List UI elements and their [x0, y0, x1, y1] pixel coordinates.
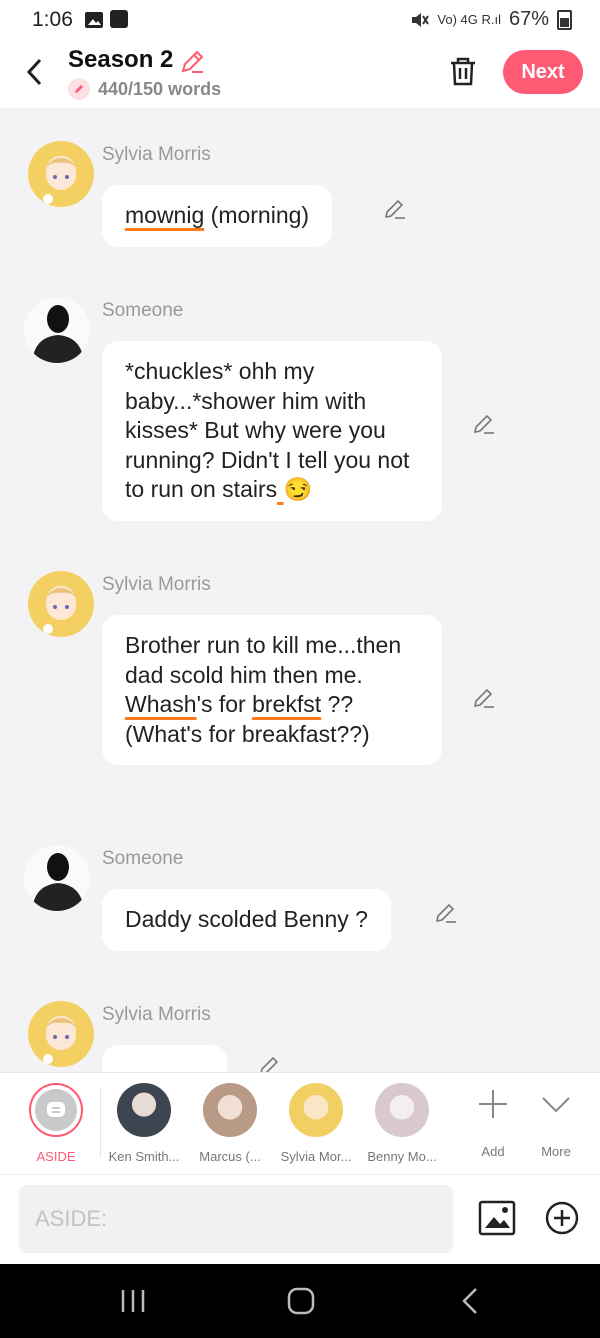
message-text: ... — [125, 1062, 144, 1072]
text-run: Brother run to kill me...then dad scold … — [125, 632, 402, 688]
more-button[interactable]: More — [513, 1087, 599, 1159]
speaker-name: Sylvia Morris — [102, 574, 211, 595]
character-aside[interactable]: ASIDE — [13, 1083, 99, 1164]
app-notification-icon — [110, 10, 128, 28]
edit-message-icon[interactable] — [383, 197, 407, 221]
avatar — [375, 1083, 429, 1137]
message-bubble[interactable]: Brother run to kill me...then dad scold … — [102, 615, 442, 765]
chat-bubble-icon — [47, 1102, 65, 1117]
message-bubble[interactable]: mownig (morning) — [102, 185, 333, 247]
next-button[interactable]: Next — [503, 50, 583, 94]
input-bar — [0, 1174, 600, 1265]
battery-percent: 67% — [508, 8, 549, 30]
speaker-name: Sylvia Morris — [102, 144, 211, 165]
message-bubble[interactable]: Daddy scolded Benny ? — [102, 889, 391, 951]
aside-avatar — [29, 1083, 83, 1137]
word-count-row: 440/150 words — [68, 78, 221, 100]
recent-apps-icon[interactable] — [118, 1288, 148, 1314]
misspelled-word: brekfst — [252, 691, 322, 717]
mute-icon — [412, 12, 430, 27]
add-circle-icon[interactable] — [544, 1200, 580, 1236]
misspelled-word: Whash — [125, 691, 197, 717]
back-nav-icon[interactable] — [456, 1286, 484, 1316]
character-label: Benny Mo... — [367, 1149, 437, 1164]
character-ken[interactable]: Ken Smith... — [101, 1083, 187, 1164]
avatar-sylvia[interactable] — [28, 141, 94, 207]
emoji: 😏 — [283, 476, 313, 502]
plus-icon — [479, 1090, 507, 1118]
season-title: Season 2 — [68, 46, 174, 73]
avatar — [203, 1083, 257, 1137]
avatar-someone[interactable] — [24, 297, 90, 363]
notification-icons — [84, 10, 128, 30]
edit-message-icon[interactable] — [472, 686, 496, 710]
back-arrow-icon[interactable] — [20, 54, 50, 90]
message-bubble[interactable]: ... — [102, 1045, 227, 1072]
text-run: 's for — [196, 691, 253, 717]
status-right: Vo) 4G R.ıl 67% — [409, 8, 572, 31]
avatar — [117, 1083, 171, 1137]
status-time: 1:06 — [32, 8, 73, 31]
text-run: (morning) — [204, 202, 310, 228]
status-bar: 1:06 Vo) 4G R.ıl 67% — [0, 0, 600, 42]
word-count: 440/150 words — [98, 78, 222, 99]
avatar — [289, 1083, 343, 1137]
avatar-sylvia[interactable] — [28, 571, 94, 637]
edit-title-icon[interactable] — [178, 48, 206, 76]
edit-message-icon[interactable] — [258, 1054, 282, 1072]
message-bubble[interactable]: *chuckles* ohh my baby...*shower him wit… — [102, 341, 442, 521]
character-label: Marcus (... — [199, 1149, 261, 1164]
avatar-sylvia[interactable] — [28, 1001, 94, 1067]
top-header: Season 2 440/150 words Next — [0, 42, 600, 108]
aside-input[interactable] — [19, 1185, 453, 1253]
edit-message-icon[interactable] — [434, 901, 458, 925]
trash-icon[interactable] — [446, 54, 480, 88]
speaker-name: Sylvia Morris — [102, 1004, 211, 1025]
edit-message-icon[interactable] — [472, 412, 496, 436]
character-marcus[interactable]: Marcus (... — [187, 1083, 273, 1164]
character-benny[interactable]: Benny Mo... — [359, 1083, 445, 1164]
pencil-badge-icon — [68, 78, 90, 100]
character-strip: ASIDE Ken Smith... Marcus (... Sylvia Mo… — [0, 1072, 600, 1175]
avatar-someone[interactable] — [24, 845, 90, 911]
home-icon[interactable] — [286, 1286, 316, 1316]
signal-text: Vo) 4G R.ıl — [437, 12, 501, 27]
gallery-icon — [85, 12, 103, 28]
character-label: Sylvia Mor... — [280, 1149, 352, 1164]
message-text: Brother run to kill me...then dad scold … — [125, 632, 401, 747]
text-run: *chuckles* ohh my baby...*shower him wit… — [125, 358, 410, 502]
chat-area[interactable]: Sylvia Morris mownig (morning) Someone *… — [0, 108, 600, 1072]
chevron-down-icon — [542, 1097, 570, 1113]
speaker-name: Someone — [102, 300, 184, 321]
system-nav-bar — [0, 1264, 600, 1338]
misspelled-word: mownig — [125, 202, 205, 228]
message-text: Daddy scolded Benny ? — [125, 906, 368, 932]
image-icon[interactable] — [478, 1199, 516, 1237]
more-label: More — [541, 1144, 571, 1159]
character-label: Ken Smith... — [108, 1149, 180, 1164]
speaker-name: Someone — [102, 848, 184, 869]
character-label: ASIDE — [36, 1149, 76, 1164]
message-text: mownig (morning) — [125, 202, 309, 228]
message-text: *chuckles* ohh my baby...*shower him wit… — [125, 358, 409, 502]
battery-icon — [557, 9, 572, 30]
character-sylvia[interactable]: Sylvia Mor... — [273, 1083, 359, 1164]
